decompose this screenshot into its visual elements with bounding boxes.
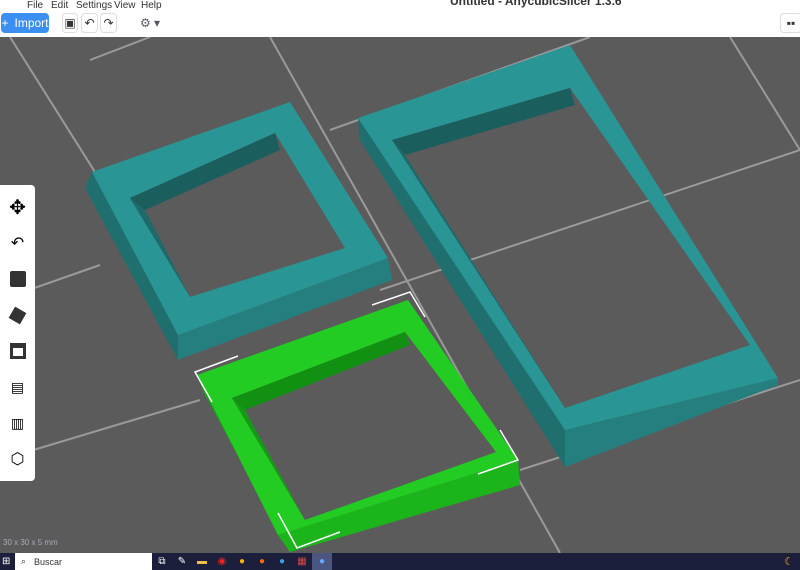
rotate-tool[interactable]: ↶ — [7, 232, 29, 254]
menu-bar: File Edit Settings View Help Untitled - … — [0, 0, 800, 12]
lay-on-face-tool[interactable] — [7, 304, 29, 326]
object-dimensions: 30 x 30 x 5 mm — [3, 538, 58, 547]
undo-button[interactable]: ↶ — [81, 13, 98, 33]
scale-tool[interactable] — [7, 268, 29, 290]
window-title: Untitled - AnycubicSlicer 1.3.6 — [450, 0, 622, 8]
assembly-tool[interactable]: ⬡ — [7, 448, 29, 470]
menu-settings[interactable]: Settings — [76, 0, 112, 11]
view-settings-dropdown[interactable]: ⚙ ▾ — [136, 13, 164, 33]
taskbar: ⊞ ⌕ Buscar ⧉ ✎ ▬ ◉ ● ● ● ▦ ● ☾ — [0, 553, 800, 570]
toolbar: + Import ▣ ↶ ↷ ⚙ ▾ ▪▪ — [0, 8, 800, 37]
grid-icon: ▪▪ — [786, 16, 796, 30]
layout-button[interactable]: ▪▪ — [780, 13, 800, 33]
rotate-icon: ↶ — [10, 235, 25, 252]
file-explorer-icon[interactable]: ▬ — [192, 553, 212, 570]
object-frame-left[interactable] — [85, 102, 392, 360]
menu-help[interactable]: Help — [141, 0, 162, 11]
search-icon: ⌕ — [21, 556, 27, 566]
move-icon: ✥ — [9, 196, 26, 219]
recorder-icon[interactable]: ◉ — [212, 553, 232, 570]
weather-icon[interactable]: ☾ — [784, 555, 794, 568]
left-tool-panel: ✥ ↶ ▤ ▥ ⬡ — [0, 185, 35, 481]
3d-viewport[interactable]: ✥ ↶ ▤ ▥ ⬡ — [0, 37, 800, 553]
task-view-icon[interactable]: ⧉ — [152, 553, 172, 570]
lay-on-face-icon — [8, 306, 27, 324]
undo-icon: ↶ — [84, 16, 95, 30]
taskbar-search[interactable]: ⌕ Buscar — [15, 553, 152, 570]
cut-tool[interactable] — [7, 340, 29, 362]
menu-view[interactable]: View — [114, 0, 136, 11]
firefox-icon[interactable]: ● — [252, 553, 272, 570]
move-tool[interactable]: ✥ — [7, 196, 29, 219]
seam-tool[interactable]: ▥ — [7, 412, 29, 434]
app-icon-2[interactable]: ▦ — [292, 553, 312, 570]
object-frame-right[interactable] — [358, 45, 778, 467]
menu-file[interactable]: File — [27, 0, 43, 11]
anycubic-slicer-icon[interactable]: ● — [312, 553, 332, 570]
plus-icon: + — [1, 16, 9, 30]
redo-icon: ↷ — [103, 16, 114, 30]
save-icon: ▣ — [64, 16, 76, 30]
redo-button[interactable]: ↷ — [100, 13, 117, 33]
windows-start-icon[interactable]: ⊞ — [2, 556, 10, 567]
app-icon[interactable]: ✎ — [172, 553, 192, 570]
scene — [0, 37, 800, 553]
scale-icon — [9, 271, 26, 287]
telegram-icon[interactable]: ● — [272, 553, 292, 570]
support-tool[interactable]: ▤ — [7, 376, 29, 398]
seam-icon: ▥ — [10, 414, 25, 431]
chrome-icon[interactable]: ● — [232, 553, 252, 570]
cube-icon: ⬡ — [10, 451, 25, 468]
cut-icon — [9, 343, 26, 359]
import-button[interactable]: + Import — [1, 13, 49, 33]
gear-icon: ⚙ ▾ — [139, 16, 161, 30]
save-button[interactable]: ▣ — [62, 13, 78, 33]
menu-edit[interactable]: Edit — [51, 0, 68, 11]
support-icon: ▤ — [10, 378, 25, 395]
